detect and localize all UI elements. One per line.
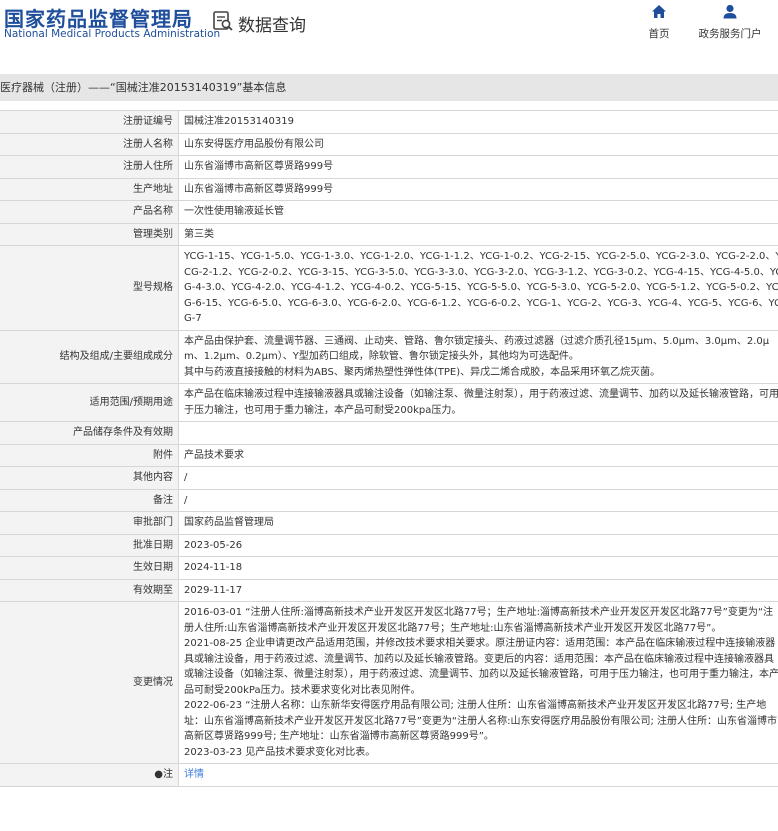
database-search-title: 数据查询 <box>238 15 306 36</box>
registration-detail-table: 注册证编号 国械注准20153140319 注册人名称 山东安得医疗用品股份有限公司… <box>0 110 778 787</box>
field-value: 本产品由保护套、流量调节器、三通阀、止动夹、管路、鲁尔锁定接头、药液过滤器（过滤… <box>178 329 778 384</box>
field-value: 山东省淄博市高新区尊贤路999号 <box>178 177 778 201</box>
field-value: 2029-11-17 <box>178 578 778 602</box>
field-value: 一次性使用输液延长管 <box>178 200 778 224</box>
field-label-note: ●注 <box>0 763 179 787</box>
nav-service-portal-label: 政务服务门户 <box>698 28 762 40</box>
breadcrumb-text: 医疗器械（注册）——“国械注准20153140319”基本信息 <box>0 81 287 94</box>
nav-home-label: 首页 <box>648 28 670 40</box>
field-label: 注册人住所 <box>0 155 179 179</box>
bullet-icon: ● <box>154 769 163 780</box>
database-search-icon <box>212 10 234 36</box>
database-search-heading: 数据查询 <box>212 10 306 36</box>
field-value: 国械注准20153140319 <box>178 110 778 134</box>
field-value <box>178 421 778 445</box>
field-label: 适用范围/预期用途 <box>0 383 179 422</box>
field-label: 结构及组成/主要组成成分 <box>0 329 179 384</box>
table-row: 备注 / <box>0 488 778 512</box>
site-header: 国家药品监督管理局 National Medical Products Admi… <box>0 0 778 58</box>
home-icon <box>651 4 667 23</box>
table-row: 管理类别 第三类 <box>0 222 778 246</box>
field-label: 有效期至 <box>0 578 179 602</box>
field-value: / <box>178 488 778 512</box>
user-icon <box>722 4 738 23</box>
field-label: 管理类别 <box>0 222 179 246</box>
table-row: 产品储存条件及有效期 <box>0 421 778 445</box>
field-value: 第三类 <box>178 222 778 246</box>
table-row: 适用范围/预期用途 本产品在临床输液过程中连接输液器具或输注设备（如输注泵、微量注… <box>0 383 778 422</box>
field-value: 山东安得医疗用品股份有限公司 <box>178 132 778 156</box>
field-label: 批准日期 <box>0 533 179 557</box>
field-value: 山东省淄博市高新区尊贤路999号 <box>178 155 778 179</box>
table-row: 有效期至 2029-11-17 <box>0 578 778 602</box>
field-label: 其他内容 <box>0 466 179 490</box>
field-value: 国家药品监督管理局 <box>178 511 778 535</box>
field-label: 附件 <box>0 443 179 467</box>
field-value: YCG-1-15、YCG-1-5.0、YCG-1-3.0、YCG-1-2.0、Y… <box>178 245 778 331</box>
field-value: 产品技术要求 <box>178 443 778 467</box>
field-label: 备注 <box>0 488 179 512</box>
table-row: 注册证编号 国械注准20153140319 <box>0 110 778 134</box>
field-value: 2024-11-18 <box>178 556 778 580</box>
nav-service-portal[interactable]: 政务服务门户 <box>698 4 762 41</box>
note-label: 注 <box>163 769 173 780</box>
breadcrumb: 医疗器械（注册）——“国械注准20153140319”基本信息 <box>0 74 778 101</box>
field-label: 注册人名称 <box>0 132 179 156</box>
table-row: 注册人住所 山东省淄博市高新区尊贤路999号 <box>0 155 778 179</box>
table-row: 批准日期 2023-05-26 <box>0 533 778 557</box>
field-label: 注册证编号 <box>0 110 179 134</box>
table-row: 生产地址 山东省淄博市高新区尊贤路999号 <box>0 177 778 201</box>
field-value: 2023-05-26 <box>178 533 778 557</box>
field-value: / <box>178 466 778 490</box>
field-label: 型号规格 <box>0 245 179 331</box>
field-label: 生产地址 <box>0 177 179 201</box>
field-value: 详情 <box>178 763 778 787</box>
table-row: 变更情况 2016-03-01 “注册人住所:淄博高新技术产业开发区开发区北路77… <box>0 601 778 764</box>
nav-home[interactable]: 首页 <box>647 4 671 41</box>
field-label: 产品名称 <box>0 200 179 224</box>
details-link[interactable]: 详情 <box>184 769 204 780</box>
table-row: ●注 详情 <box>0 763 778 787</box>
table-row: 结构及组成/主要组成成分 本产品由保护套、流量调节器、三通阀、止动夹、管路、鲁尔锁… <box>0 329 778 384</box>
table-row: 其他内容 / <box>0 466 778 490</box>
table-row: 产品名称 一次性使用输液延长管 <box>0 200 778 224</box>
logo-title-en: National Medical Products Administration <box>4 28 221 40</box>
table-row: 生效日期 2024-11-18 <box>0 556 778 580</box>
table-row: 注册人名称 山东安得医疗用品股份有限公司 <box>0 132 778 156</box>
field-label: 审批部门 <box>0 511 179 535</box>
field-value: 本产品在临床输液过程中连接输液器具或输注设备（如输注泵、微量注射泵），用于药液过… <box>178 383 778 422</box>
field-label: 变更情况 <box>0 601 179 764</box>
field-label: 产品储存条件及有效期 <box>0 421 179 445</box>
table-row: 型号规格 YCG-1-15、YCG-1-5.0、YCG-1-3.0、YCG-1-2… <box>0 245 778 331</box>
field-value: 2016-03-01 “注册人住所:淄博高新技术产业开发区开发区北路77号；生产… <box>178 601 778 764</box>
field-label: 生效日期 <box>0 556 179 580</box>
table-row: 附件 产品技术要求 <box>0 443 778 467</box>
table-row: 审批部门 国家药品监督管理局 <box>0 511 778 535</box>
